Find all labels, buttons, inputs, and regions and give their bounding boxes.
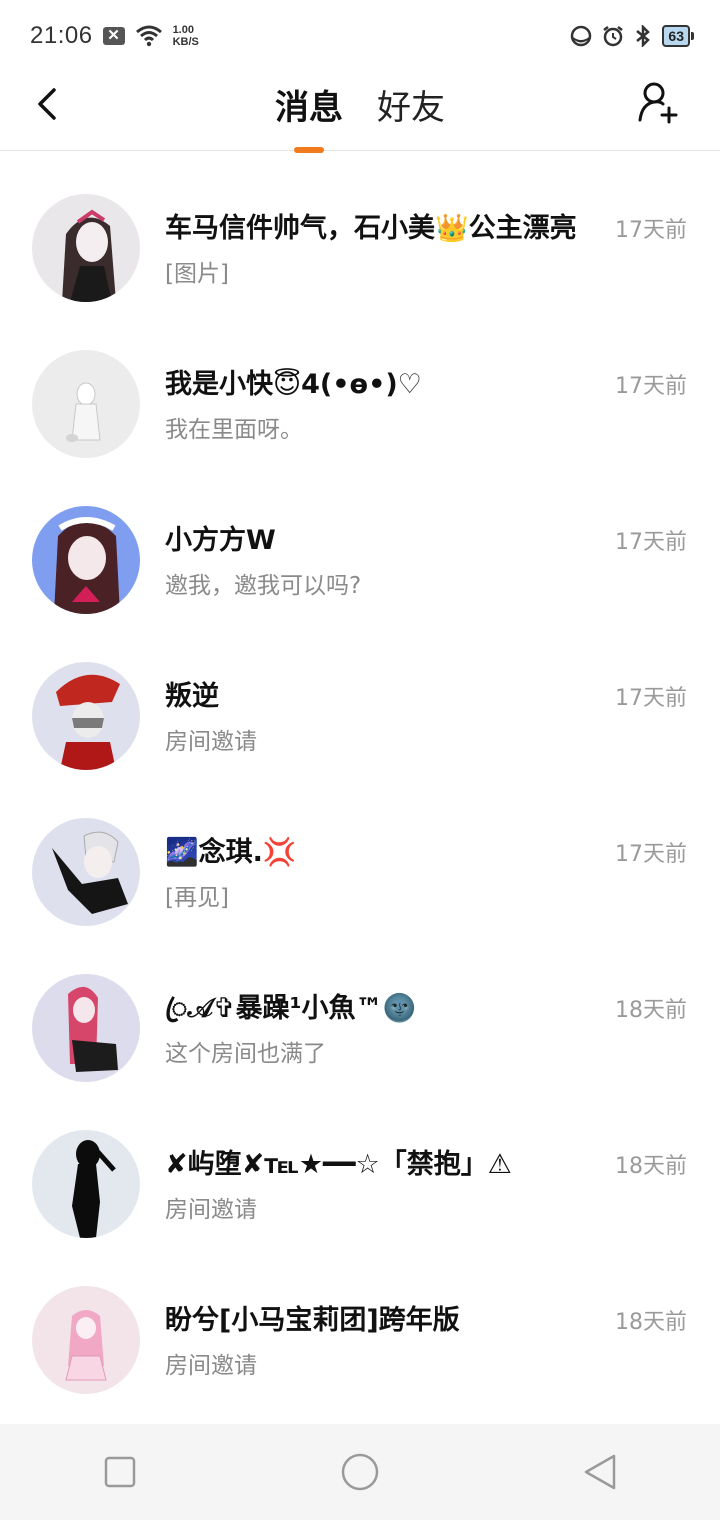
status-bar-right: 63 xyxy=(570,25,694,47)
message-sender-name: 盼兮[小马宝莉团]跨年版 xyxy=(165,1305,460,1336)
top-header: 消息 好友 xyxy=(0,72,720,153)
message-time: 17天前 xyxy=(615,374,687,399)
system-nav-bar xyxy=(0,1424,720,1520)
message-row[interactable]: ✘屿堕✘℡★━━☆「禁抱」⚠ 房间邀请 18天前 xyxy=(0,1086,720,1242)
message-time: 17天前 xyxy=(615,218,687,243)
message-time: 18天前 xyxy=(615,998,687,1023)
nav-back-button[interactable] xyxy=(570,1442,630,1502)
notification-icon: ✕ xyxy=(102,27,125,45)
message-preview: 这个房间也满了 xyxy=(165,1041,326,1067)
avatar[interactable] xyxy=(32,974,140,1082)
tab-friends[interactable]: 好友 xyxy=(377,80,445,147)
message-time: 18天前 xyxy=(615,1154,687,1179)
tab-friends-label: 好友 xyxy=(377,88,445,128)
tab-messages[interactable]: 消息 xyxy=(275,80,343,153)
square-icon xyxy=(104,1456,136,1488)
message-sender-name: 小方方W xyxy=(165,525,276,556)
message-list: 车马信件帅气，石小美👑公主漂亮 [图片] 17天前 我是小快😇4(•ɵ•)♡ 我… xyxy=(0,150,720,1398)
avatar[interactable] xyxy=(32,662,140,770)
message-sender-name: 🌌念琪.💢 xyxy=(165,837,297,868)
add-friend-icon[interactable] xyxy=(636,80,680,124)
status-bar-left: 21:06 ✕ 1.00 KB/S xyxy=(30,22,199,50)
battery-icon: 63 xyxy=(662,25,694,47)
message-row[interactable]: 我是小快😇4(•ɵ•)♡ 我在里面呀。 17天前 xyxy=(0,306,720,462)
net-speed: 1.00 KB/S xyxy=(173,24,199,48)
tab-messages-label: 消息 xyxy=(275,88,343,128)
message-row[interactable]: 小方方W 邀我，邀我可以吗? 17天前 xyxy=(0,462,720,618)
message-preview: 房间邀请 xyxy=(165,1197,257,1223)
status-bar: 21:06 ✕ 1.00 KB/S 63 xyxy=(0,0,720,72)
avatar[interactable] xyxy=(32,1286,140,1394)
message-time: 17天前 xyxy=(615,686,687,711)
message-preview: 我在里面呀。 xyxy=(165,417,303,443)
tab-bar: 消息 好友 xyxy=(0,80,720,153)
message-sender-name: 我是小快😇4(•ɵ•)♡ xyxy=(165,369,422,400)
message-sender-name: 叛逆 xyxy=(165,681,219,712)
message-preview: 房间邀请 xyxy=(165,729,257,755)
message-sender-name: 车马信件帅气，石小美👑公主漂亮 xyxy=(165,213,577,244)
message-preview: 邀我，邀我可以吗? xyxy=(165,573,362,599)
avatar[interactable] xyxy=(32,818,140,926)
message-preview: 房间邀请 xyxy=(165,1353,257,1379)
message-time: 18天前 xyxy=(615,1310,687,1335)
message-time: 17天前 xyxy=(615,842,687,867)
avatar[interactable] xyxy=(32,350,140,458)
triangle-back-icon xyxy=(584,1454,616,1490)
net-speed-unit: KB/S xyxy=(172,36,199,48)
status-time: 21:06 xyxy=(30,22,93,49)
net-speed-value: 1.00 xyxy=(172,24,194,36)
message-time: 17天前 xyxy=(615,530,687,555)
message-row[interactable]: 🌌念琪.💢 [再见] 17天前 xyxy=(0,774,720,930)
eye-comfort-icon xyxy=(571,25,592,47)
avatar[interactable] xyxy=(32,1130,140,1238)
message-row[interactable]: 叛逆 房间邀请 17天前 xyxy=(0,618,720,774)
message-preview: [再见] xyxy=(165,885,229,911)
bluetooth-icon xyxy=(636,25,651,47)
home-button[interactable] xyxy=(330,1442,390,1502)
avatar[interactable] xyxy=(32,506,140,614)
avatar[interactable] xyxy=(32,194,140,302)
message-row[interactable]: ꦿ𝒜✞暴躁¹小魚™🌚 这个房间也满了 18天前 xyxy=(0,930,720,1086)
message-sender-name: ✘屿堕✘℡★━━☆「禁抱」⚠ xyxy=(165,1149,512,1180)
alarm-icon xyxy=(603,26,624,47)
circle-icon xyxy=(341,1453,379,1491)
message-row[interactable]: 盼兮[小马宝莉团]跨年版 房间邀请 18天前 xyxy=(0,1242,720,1398)
message-preview: [图片] xyxy=(165,261,229,287)
message-row[interactable]: 车马信件帅气，石小美👑公主漂亮 [图片] 17天前 xyxy=(0,150,720,306)
wifi-icon xyxy=(135,25,162,47)
recent-apps-button[interactable] xyxy=(90,1442,150,1502)
